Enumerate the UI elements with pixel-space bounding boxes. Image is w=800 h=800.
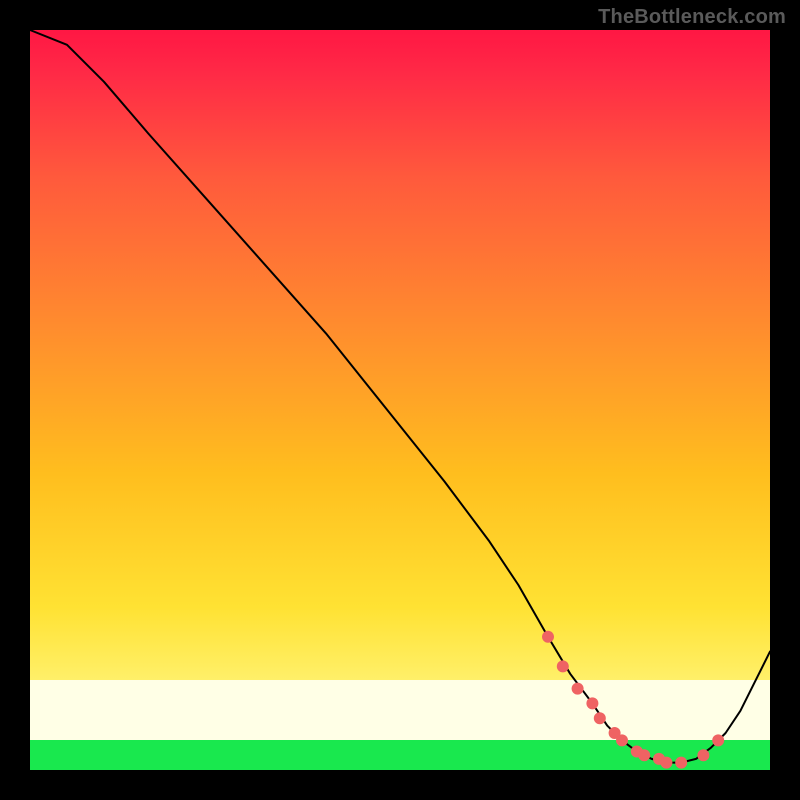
pale-band bbox=[30, 680, 770, 740]
plot-area-gradient bbox=[30, 30, 770, 770]
data-marker bbox=[586, 697, 598, 709]
watermark-text: TheBottleneck.com bbox=[598, 6, 786, 29]
chart-stage: TheBottleneck.com bbox=[0, 0, 800, 800]
data-marker bbox=[594, 712, 606, 724]
data-marker bbox=[542, 631, 554, 643]
chart-svg bbox=[0, 0, 800, 800]
data-marker bbox=[616, 734, 628, 746]
data-marker bbox=[660, 757, 672, 769]
data-marker bbox=[712, 734, 724, 746]
data-marker bbox=[557, 660, 569, 672]
data-marker bbox=[638, 749, 650, 761]
data-marker bbox=[572, 683, 584, 695]
data-marker bbox=[675, 757, 687, 769]
data-marker bbox=[697, 749, 709, 761]
